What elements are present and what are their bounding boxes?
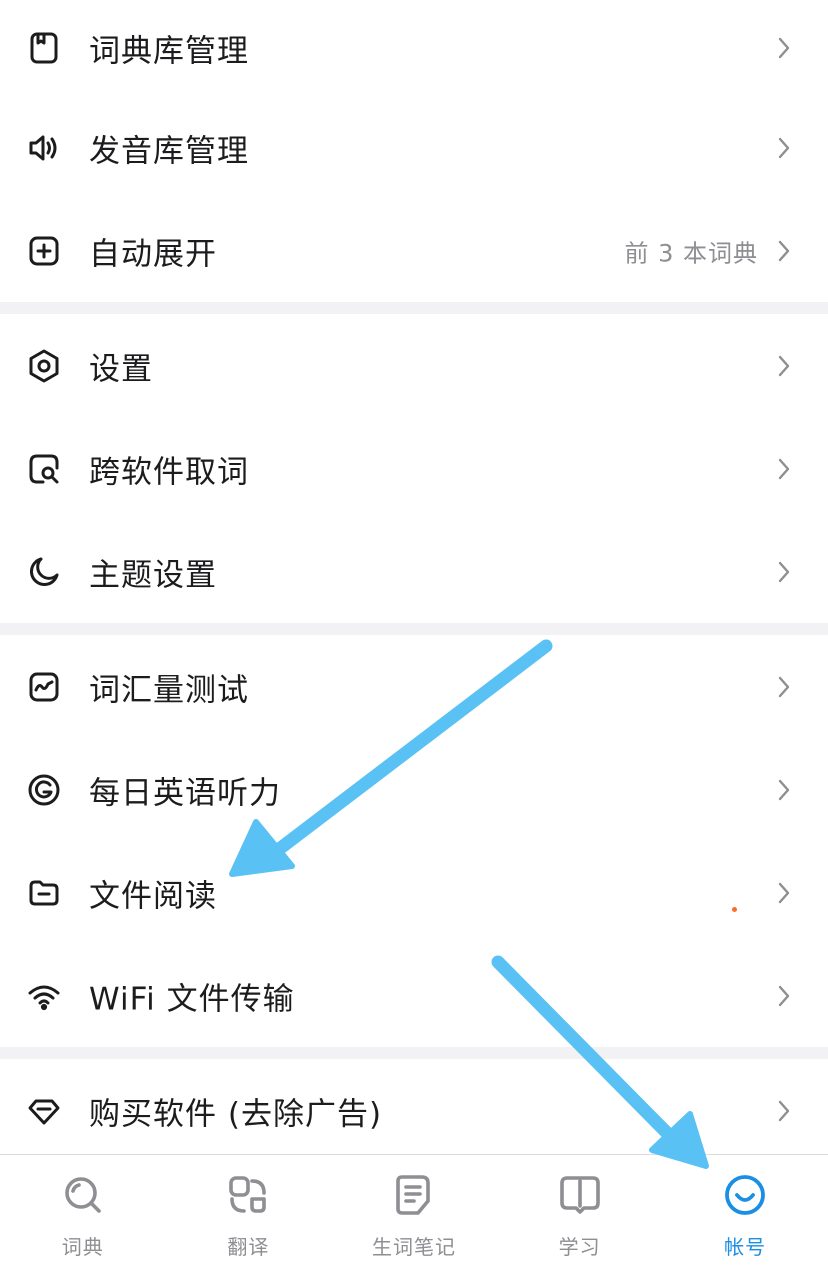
moon-icon <box>26 554 62 590</box>
menu-item-label: 主题设置 <box>89 557 217 593</box>
dictionary-icon <box>26 30 62 66</box>
tab-label: 词典 <box>61 1235 104 1259</box>
menu-item-label: 跨软件取词 <box>89 454 249 490</box>
menu-group-tools: 词汇量测试 每日英语听力 文件阅读 WiFi 文件传输 <box>0 635 828 1047</box>
menu-item-theme-settings[interactable]: 主题设置 <box>0 520 828 623</box>
chevron-right-icon <box>776 984 792 1008</box>
tab-translate[interactable]: 翻译 <box>166 1155 332 1265</box>
tab-label: 翻译 <box>227 1235 270 1259</box>
notes-icon <box>392 1173 436 1217</box>
menu-group-purchase: 购买软件 (去除广告) <box>0 1059 828 1162</box>
menu-item-label: 词汇量测试 <box>89 672 249 708</box>
menu-item-label: 发音库管理 <box>89 133 249 169</box>
bottom-tab-bar: 词典 翻译 生词笔记 学习 帐号 <box>0 1154 828 1265</box>
tab-dictionary[interactable]: 词典 <box>0 1155 166 1265</box>
chevron-right-icon <box>776 36 792 60</box>
chevron-right-icon <box>776 136 792 160</box>
menu-item-vocabulary-test[interactable]: 词汇量测试 <box>0 635 828 738</box>
book-icon <box>558 1173 602 1217</box>
search-square-icon <box>26 451 62 487</box>
diamond-icon <box>26 1093 62 1129</box>
chevron-right-icon <box>776 1099 792 1123</box>
menu-item-settings[interactable]: 设置 <box>0 314 828 417</box>
menu-item-label: 每日英语听力 <box>89 775 281 811</box>
chevron-right-icon <box>776 560 792 584</box>
menu-item-daily-listening[interactable]: 每日英语听力 <box>0 738 828 841</box>
menu-item-label: 文件阅读 <box>89 878 217 914</box>
hexagon-settings-icon <box>26 348 62 384</box>
chevron-right-icon <box>776 354 792 378</box>
group-separator <box>0 1047 828 1059</box>
chevron-right-icon <box>776 675 792 699</box>
chevron-right-icon <box>776 239 792 263</box>
group-separator <box>0 623 828 635</box>
menu-group-dictionary: 词典库管理 发音库管理 自动展开 前 3 本词典 <box>0 0 828 302</box>
auto-expand-value: 前 3 本词典 <box>624 239 758 267</box>
smile-icon <box>723 1173 767 1217</box>
menu-item-cross-app-lookup[interactable]: 跨软件取词 <box>0 417 828 520</box>
tab-word-notes[interactable]: 生词笔记 <box>331 1155 497 1265</box>
menu-item-wifi-transfer[interactable]: WiFi 文件传输 <box>0 944 828 1047</box>
tab-study[interactable]: 学习 <box>497 1155 663 1265</box>
tab-label: 生词笔记 <box>371 1235 456 1259</box>
plus-square-icon <box>26 233 62 269</box>
chevron-right-icon <box>776 778 792 802</box>
tab-label: 学习 <box>558 1235 601 1259</box>
wifi-icon <box>26 978 62 1014</box>
tab-account[interactable]: 帐号 <box>662 1155 828 1265</box>
menu-item-file-reading[interactable]: 文件阅读 <box>0 841 828 944</box>
menu-group-settings: 设置 跨软件取词 主题设置 <box>0 314 828 623</box>
translate-icon <box>226 1173 270 1217</box>
menu-item-dictionary-library[interactable]: 词典库管理 <box>0 0 828 96</box>
notification-dot <box>732 907 737 912</box>
menu-item-purchase[interactable]: 购买软件 (去除广告) <box>0 1059 828 1162</box>
folder-icon <box>26 875 62 911</box>
chevron-right-icon <box>776 457 792 481</box>
tab-label: 帐号 <box>724 1235 767 1259</box>
menu-item-label: WiFi 文件传输 <box>89 981 295 1017</box>
chart-square-icon <box>26 669 62 705</box>
listening-icon <box>26 772 62 808</box>
speaker-icon <box>26 130 62 166</box>
menu-item-label: 购买软件 (去除广告) <box>89 1096 383 1132</box>
menu-item-pronunciation-library[interactable]: 发音库管理 <box>0 96 828 199</box>
menu-item-auto-expand[interactable]: 自动展开 前 3 本词典 <box>0 199 828 302</box>
chevron-right-icon <box>776 881 792 905</box>
group-separator <box>0 302 828 314</box>
menu-item-label: 词典库管理 <box>89 33 249 70</box>
menu-item-label: 设置 <box>89 351 153 387</box>
menu-item-label: 自动展开 <box>89 236 217 272</box>
search-icon <box>61 1173 105 1217</box>
